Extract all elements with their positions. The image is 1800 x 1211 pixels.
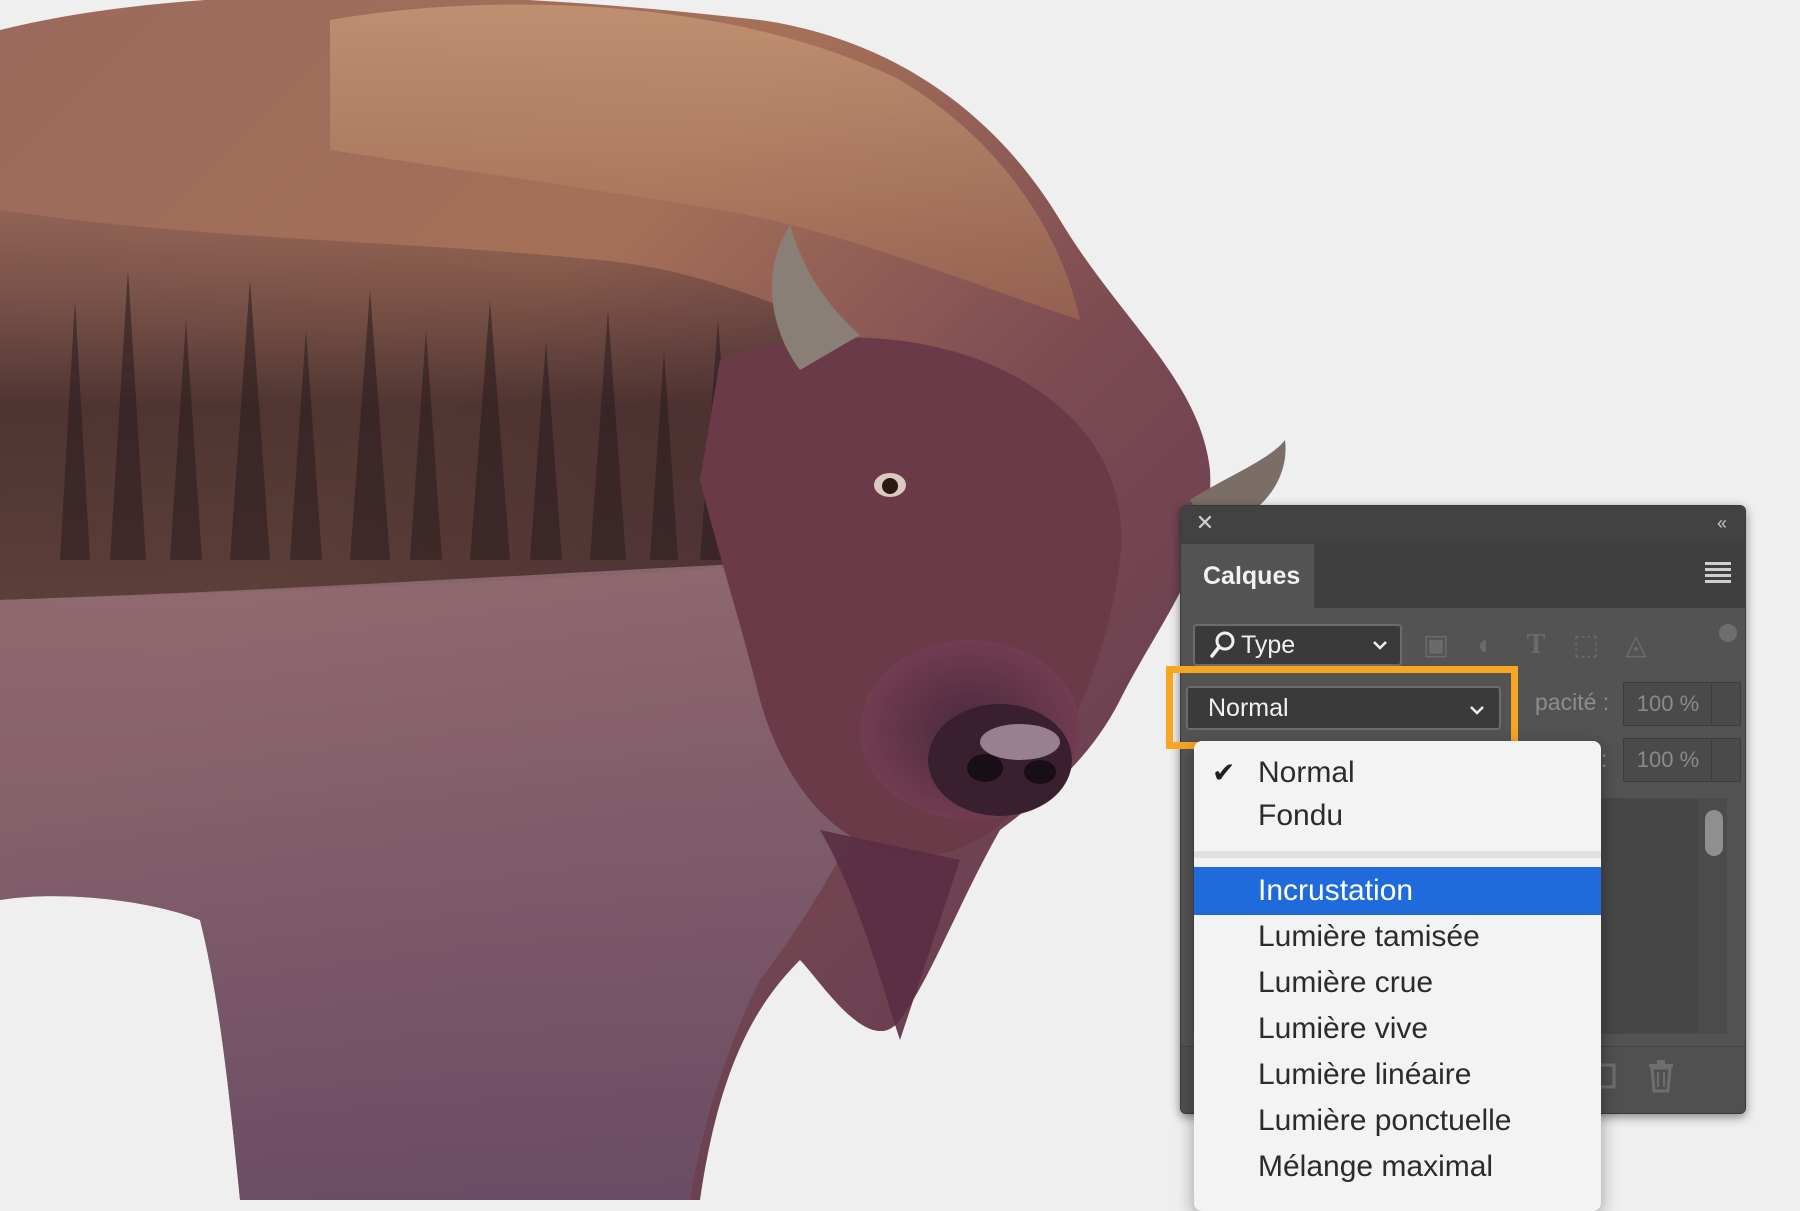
scrollbar-thumb[interactable] bbox=[1705, 810, 1723, 856]
blend-mode-value: Normal bbox=[1208, 694, 1289, 722]
fill-dropdown[interactable] bbox=[1711, 738, 1741, 782]
chevron-down-icon bbox=[1470, 706, 1484, 715]
blend-mode-select[interactable]: Normal bbox=[1186, 686, 1501, 730]
smart-object-filter-icon[interactable]: ◬ bbox=[1621, 630, 1651, 660]
menu-item-label: Lumière vive bbox=[1258, 1012, 1429, 1045]
layer-filter-select[interactable]: Type bbox=[1193, 624, 1402, 666]
menu-item-lumiere-vive[interactable]: Lumière vive bbox=[1194, 1007, 1601, 1051]
menu-item-label: Lumière ponctuelle bbox=[1258, 1104, 1512, 1137]
panel-menu-icon[interactable] bbox=[1705, 562, 1731, 584]
opacity-label: pacité : bbox=[1535, 689, 1610, 715]
collapse-panel-icon[interactable]: ‹‹ bbox=[1709, 511, 1733, 535]
opacity-dropdown[interactable] bbox=[1711, 682, 1741, 726]
filter-icons: ▣ ◐ T ⬚ ◬ bbox=[1421, 626, 1711, 666]
tab-layers[interactable]: Calques bbox=[1181, 544, 1314, 608]
search-icon bbox=[1210, 631, 1235, 658]
close-icon[interactable]: ✕ bbox=[1193, 511, 1217, 535]
menu-item-lumiere-tamisee[interactable]: Lumière tamisée bbox=[1194, 915, 1601, 959]
opacity-input[interactable]: 100 % bbox=[1623, 682, 1713, 726]
menu-item-label: Lumière tamisée bbox=[1258, 920, 1480, 953]
menu-item-label: Normal bbox=[1258, 756, 1355, 789]
checkmark-icon: ✔ bbox=[1212, 757, 1236, 788]
menu-separator bbox=[1194, 851, 1601, 858]
panel-tabs: Calques bbox=[1181, 540, 1745, 608]
menu-item-lumiere-ponctuelle[interactable]: Lumière ponctuelle bbox=[1194, 1099, 1601, 1143]
blend-mode-menu: ✔ Normal Fondu Incrustation Lumière tami… bbox=[1194, 741, 1601, 1211]
fill-label: : bbox=[1601, 746, 1608, 772]
menu-item-label: Lumière linéaire bbox=[1258, 1058, 1472, 1091]
adjustment-filter-icon[interactable]: ◐ bbox=[1471, 630, 1501, 660]
menu-item-label: Incrustation bbox=[1258, 874, 1414, 907]
image-filter-icon[interactable]: ▣ bbox=[1421, 630, 1451, 660]
menu-item-normal[interactable]: ✔ Normal bbox=[1194, 751, 1601, 795]
trash-icon[interactable] bbox=[1647, 1059, 1675, 1093]
menu-item-incrustation[interactable]: Incrustation bbox=[1194, 867, 1601, 915]
chevron-down-icon bbox=[1373, 641, 1387, 650]
menu-item-label: Fondu bbox=[1258, 799, 1344, 832]
menu-item-label: Lumière crue bbox=[1258, 966, 1434, 999]
menu-item-lumiere-crue[interactable]: Lumière crue bbox=[1194, 961, 1601, 1005]
filter-toggle-icon[interactable] bbox=[1719, 624, 1737, 642]
shape-filter-icon[interactable]: ⬚ bbox=[1571, 630, 1601, 660]
type-filter-icon[interactable]: T bbox=[1521, 630, 1551, 660]
menu-item-lumiere-lineaire[interactable]: Lumière linéaire bbox=[1194, 1053, 1601, 1097]
menu-item-fondu[interactable]: Fondu bbox=[1194, 794, 1601, 838]
menu-item-melange-maximal[interactable]: Mélange maximal bbox=[1194, 1145, 1601, 1189]
fill-input[interactable]: 100 % bbox=[1623, 738, 1713, 782]
filter-label: Type bbox=[1241, 631, 1296, 659]
menu-item-label: Mélange maximal bbox=[1258, 1150, 1494, 1183]
panel-title-bar: ✕ ‹‹ bbox=[1181, 506, 1745, 540]
